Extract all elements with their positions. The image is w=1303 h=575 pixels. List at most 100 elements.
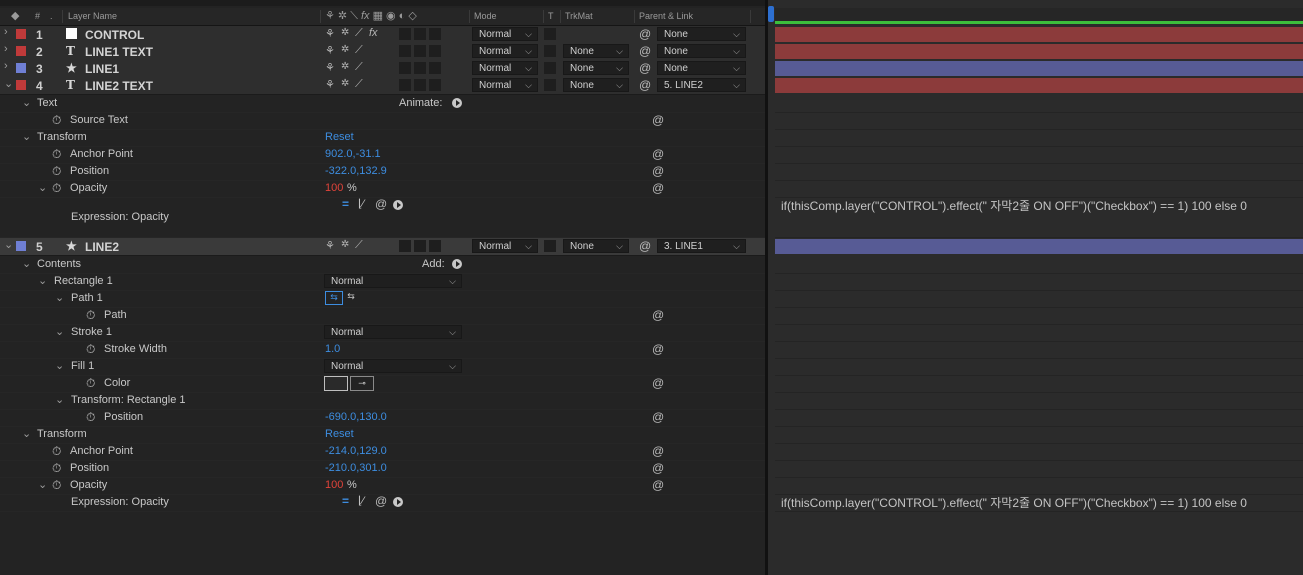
prop-text-group[interactable]: ⌄ Text Animate: — [0, 95, 765, 113]
chevron-down-icon[interactable]: ⌄ — [55, 359, 64, 372]
expression-language-menu[interactable] — [393, 200, 403, 210]
quality-switch-icon[interactable]: ⟋ — [355, 44, 363, 57]
stopwatch-icon[interactable]: ⏱ — [52, 181, 61, 196]
header-mode[interactable]: Mode — [474, 11, 497, 21]
collapse-switch-icon[interactable]: ✲ — [341, 78, 349, 89]
stopwatch-icon[interactable]: ⏱ — [52, 444, 61, 459]
expression-language-menu[interactable] — [393, 497, 403, 507]
header-t[interactable]: T — [548, 11, 554, 21]
prop-transform-rect-group[interactable]: ⌄ Transform: Rectangle 1 — [0, 392, 765, 410]
adjustment-switch[interactable] — [414, 28, 426, 40]
mode-dropdown[interactable]: Normal ⌵ — [472, 78, 538, 92]
parent-pick-whip-icon[interactable]: @ — [639, 44, 651, 58]
layer-name[interactable]: LINE1 — [85, 62, 119, 76]
rectangle-blend-mode-dropdown[interactable]: Normal ⌵ — [324, 274, 462, 288]
layer-row[interactable]: › 2 T LINE1 TEXT ⚘ ✲ ⟋ Normal ⌵ None ⌵ @ None ⌵ — [0, 43, 765, 61]
chevron-down-icon[interactable]: ⌄ — [4, 77, 13, 90]
preserve-transparency-switch[interactable] — [544, 79, 556, 91]
opacity-value[interactable]: 100 — [325, 182, 343, 194]
layer-name[interactable]: LINE1 TEXT — [85, 45, 153, 59]
layer-duration-bar[interactable] — [775, 27, 1303, 42]
trkmat-dropdown[interactable]: None ⌵ — [563, 239, 629, 253]
trkmat-dropdown[interactable]: None ⌵ — [563, 78, 629, 92]
prop-rectangle-group[interactable]: ⌄ Rectangle 1 Normal ⌵ — [0, 273, 765, 291]
layer-name[interactable]: LINE2 TEXT — [85, 79, 153, 93]
quality-switch-icon[interactable]: ⟋ — [355, 78, 363, 91]
prop-fill1-group[interactable]: ⌄ Fill 1 Normal ⌵ — [0, 358, 765, 376]
parent-pick-whip-icon[interactable]: @ — [639, 61, 651, 75]
animate-menu-button[interactable] — [452, 98, 462, 108]
layer-duration-bar[interactable] — [775, 78, 1303, 93]
reset-link[interactable]: Reset — [325, 131, 354, 143]
quality-switch-icon[interactable]: ⟋ — [355, 61, 363, 74]
pick-whip-icon[interactable]: @ — [652, 342, 664, 356]
motion-blur-switch[interactable] — [399, 45, 411, 57]
stopwatch-icon[interactable]: ⏱ — [86, 342, 95, 357]
anchor-value[interactable]: 902.0,-31.1 — [325, 148, 381, 160]
layer-duration-bar[interactable] — [775, 239, 1303, 254]
parent-dropdown[interactable]: None ⌵ — [657, 44, 746, 58]
prop-position[interactable]: ⏱ Position -210.0,301.0 @ — [0, 460, 765, 478]
chevron-down-icon[interactable]: ⌄ — [55, 393, 64, 406]
trkmat-dropdown[interactable]: None ⌵ — [563, 61, 629, 75]
mode-dropdown[interactable]: Normal ⌵ — [472, 239, 538, 253]
shy-switch-icon[interactable]: ⚘ — [325, 61, 335, 74]
chevron-down-icon[interactable]: ⌄ — [38, 274, 47, 287]
parent-dropdown[interactable]: 3. LINE1 ⌵ — [657, 239, 746, 253]
prop-path1-group[interactable]: ⌄ Path 1 ⇆ ⇆ — [0, 290, 765, 308]
3d-layer-switch[interactable] — [429, 240, 441, 252]
pick-whip-icon[interactable]: @ — [652, 164, 664, 178]
position-value[interactable]: -322.0,132.9 — [325, 165, 387, 177]
preserve-transparency-switch[interactable] — [544, 28, 556, 40]
parent-dropdown[interactable]: 5. LINE2 ⌵ — [657, 78, 746, 92]
shy-switch-icon[interactable]: ⚘ — [325, 27, 335, 40]
prop-anchor-point[interactable]: ⏱ Anchor Point 902.0,-31.1 @ — [0, 146, 765, 164]
prop-stroke1-group[interactable]: ⌄ Stroke 1 Normal ⌵ — [0, 324, 765, 342]
layer-row[interactable]: ⌄ 4 T LINE2 TEXT ⚘ ✲ ⟋ Normal ⌵ None ⌵ @5. LINE2 ⌵ — [0, 77, 765, 95]
chevron-down-icon[interactable]: ⌄ — [55, 325, 64, 338]
prop-contents-group[interactable]: ⌄ Contents Add: — [0, 256, 765, 274]
motion-blur-switch[interactable] — [399, 79, 411, 91]
pick-whip-icon[interactable]: @ — [375, 197, 387, 211]
collapse-switch-icon[interactable]: ✲ — [341, 61, 349, 72]
prop-transform-group[interactable]: ⌄ Transform Reset — [0, 129, 765, 147]
mode-dropdown[interactable]: Normal ⌵ — [472, 27, 538, 41]
prop-source-text[interactable]: ⏱ Source Text @ — [0, 112, 765, 130]
fx-switch-icon[interactable]: fx — [369, 27, 378, 39]
expression-text-layer4[interactable]: if(thisComp.layer("CONTROL").effect(" 자막… — [781, 197, 1247, 214]
layer-name[interactable]: CONTROL — [85, 28, 144, 42]
chevron-down-icon[interactable]: ⌄ — [4, 238, 13, 251]
prop-expression[interactable]: = ⌊⁄ @ Expression: Opacity — [0, 197, 765, 238]
time-indicator-handle[interactable] — [768, 6, 774, 22]
layer-row[interactable]: › 3 ★ LINE1 ⚘ ✲ ⟋ Normal ⌵ None ⌵ @ None ⌵ — [0, 60, 765, 78]
eyedropper-icon[interactable]: ⊸ — [350, 376, 374, 391]
chevron-right-icon[interactable]: › — [4, 43, 8, 55]
parent-pick-whip-icon[interactable]: @ — [639, 239, 651, 253]
adjustment-switch[interactable] — [414, 79, 426, 91]
label-color-chip[interactable] — [16, 29, 26, 39]
prop-rect-position[interactable]: ⏱ Position -690.0,130.0 @ — [0, 409, 765, 427]
parent-dropdown[interactable]: None ⌵ — [657, 61, 746, 75]
header-layer-name[interactable]: Layer Name — [68, 11, 117, 21]
prop-opacity[interactable]: ⌄ ⏱ Opacity 100 % @ — [0, 477, 765, 495]
expression-text-layer5[interactable]: if(thisComp.layer("CONTROL").effect(" 자막… — [781, 494, 1247, 511]
stopwatch-icon[interactable]: ⏱ — [52, 113, 61, 128]
rect-position-value[interactable]: -690.0,130.0 — [325, 411, 387, 423]
preserve-transparency-switch[interactable] — [544, 62, 556, 74]
collapse-switch-icon[interactable]: ✲ — [341, 27, 349, 38]
layer-row[interactable]: › 1 CONTROL ⚘ ✲ ⟋ fx Normal ⌵ @ None ⌵ — [0, 26, 765, 44]
shy-switch-icon[interactable]: ⚘ — [325, 239, 335, 252]
chevron-right-icon[interactable]: › — [4, 26, 8, 38]
add-menu-button[interactable] — [452, 259, 462, 269]
pick-whip-icon[interactable]: @ — [652, 461, 664, 475]
expression-enable-icon[interactable]: = — [342, 494, 349, 508]
position-value[interactable]: -210.0,301.0 — [325, 462, 387, 474]
prop-expression[interactable]: Expression: Opacity = ⌊⁄ @ — [0, 494, 765, 512]
chevron-down-icon[interactable]: ⌄ — [22, 96, 31, 109]
fill-blend-mode-dropdown[interactable]: Normal ⌵ — [324, 359, 462, 373]
mode-dropdown[interactable]: Normal ⌵ — [472, 61, 538, 75]
chevron-down-icon[interactable]: ⌄ — [38, 478, 47, 491]
layer-row[interactable]: ⌄ 5 ★ LINE2 ⚘ ✲ ⟋ Normal ⌵ None ⌵ @3. LINE1 ⌵ — [0, 238, 765, 256]
layer-duration-bar[interactable] — [775, 61, 1303, 76]
preserve-transparency-switch[interactable] — [544, 240, 556, 252]
